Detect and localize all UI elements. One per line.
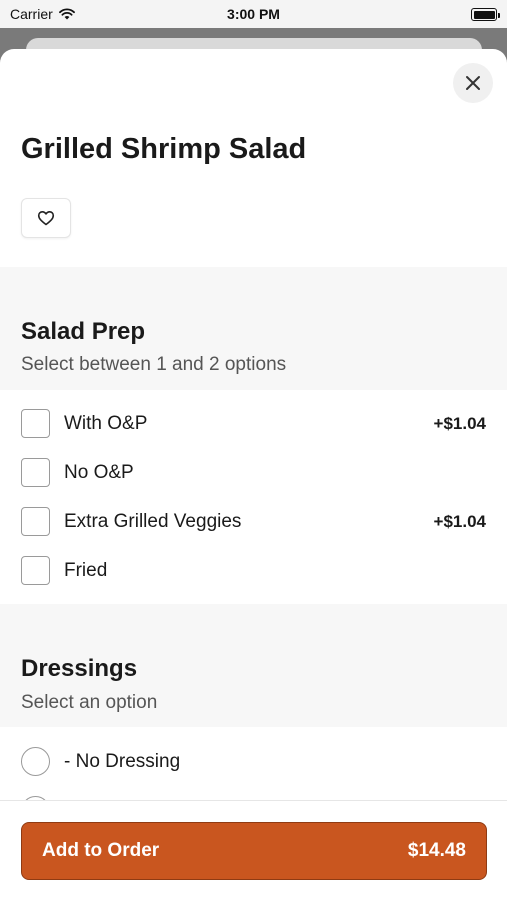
option-no-op[interactable]: No O&P — [0, 448, 507, 497]
option-no-dressing[interactable]: - No Dressing — [0, 737, 507, 786]
status-bar: Carrier 3:00 PM — [0, 0, 507, 28]
option-label: Fried — [64, 559, 108, 581]
close-button[interactable] — [453, 63, 493, 103]
checkbox[interactable] — [21, 556, 50, 585]
checkbox[interactable] — [21, 507, 50, 536]
order-total: $14.48 — [407, 840, 466, 861]
option-label: - No Dressing — [64, 750, 181, 772]
section-title: Salad Prep — [21, 318, 146, 345]
section-subtitle: Select between 1 and 2 options — [21, 354, 287, 375]
battery-icon — [471, 8, 500, 21]
option-with-op[interactable]: With O&P +$1.04 — [0, 399, 507, 448]
add-to-order-label: Add to Order — [42, 840, 160, 861]
section-header-dressings: Dressings Select an option — [0, 604, 507, 727]
bottom-action-bar: Add to Order $14.48 — [0, 800, 507, 900]
option-label: With O&P — [64, 412, 148, 434]
checkbox[interactable] — [21, 409, 50, 438]
option-price: +$1.04 — [433, 511, 486, 531]
add-to-order-button[interactable]: Add to Order $14.48 — [21, 822, 487, 880]
section-subtitle: Select an option — [21, 692, 158, 713]
option-label: Extra Grilled Veggies — [64, 510, 242, 532]
radio-button[interactable] — [21, 747, 50, 776]
option-extra-grilled-veggies[interactable]: Extra Grilled Veggies +$1.04 — [0, 497, 507, 546]
item-detail-sheet: Grilled Shrimp Salad Salad Prep Select b… — [0, 49, 507, 900]
option-fried[interactable]: Fried — [0, 546, 507, 595]
option-price: +$1.04 — [433, 413, 486, 433]
heart-icon — [37, 211, 55, 226]
checkbox[interactable] — [21, 458, 50, 487]
item-title: Grilled Shrimp Salad — [21, 133, 307, 165]
close-icon — [466, 76, 480, 90]
favorite-button[interactable] — [21, 198, 71, 238]
option-label: No O&P — [64, 461, 134, 483]
section-title: Dressings — [21, 655, 138, 682]
section-header-salad-prep: Salad Prep Select between 1 and 2 option… — [0, 267, 507, 390]
status-time: 3:00 PM — [227, 6, 280, 22]
